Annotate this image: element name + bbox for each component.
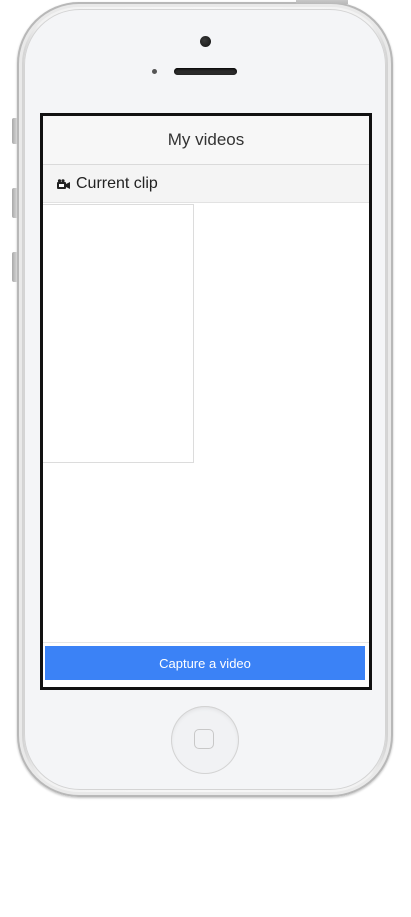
front-camera xyxy=(200,36,211,47)
video-camera-icon xyxy=(56,178,72,190)
section-header: Current clip xyxy=(43,165,369,203)
page-title: My videos xyxy=(167,130,245,149)
footer-divider xyxy=(43,642,369,643)
device-mockup: My videos Current clip Capture a video xyxy=(0,0,411,917)
earpiece-speaker xyxy=(174,68,237,75)
power-button xyxy=(296,0,348,4)
mute-switch xyxy=(12,118,17,144)
volume-up-button xyxy=(12,188,17,218)
video-player[interactable] xyxy=(43,204,194,463)
app-screen: My videos Current clip Capture a video xyxy=(40,113,372,690)
volume-down-button xyxy=(12,252,17,282)
section-label: Current clip xyxy=(76,174,158,192)
nav-bar: My videos xyxy=(43,116,369,165)
capture-video-button[interactable]: Capture a video xyxy=(45,646,365,680)
proximity-sensor xyxy=(152,69,157,74)
home-button[interactable] xyxy=(171,706,239,774)
home-square-icon xyxy=(194,729,214,749)
